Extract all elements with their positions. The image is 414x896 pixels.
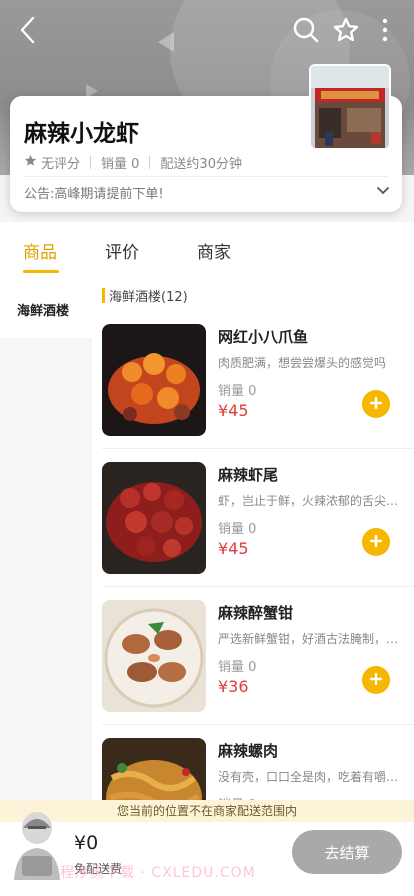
product-description: 没有壳，口口全是肉，吃着有嚼… (218, 770, 398, 784)
product-item[interactable]: 麻辣虾尾 虾，岂止于鲜，火辣浓郁的舌尖… 销量 0 ¥45 (102, 462, 414, 600)
product-description: 肉质肥满，想尝尝爆头的感觉吗 (218, 356, 387, 370)
chevron-down-icon[interactable] (376, 182, 390, 201)
star-icon (332, 16, 360, 48)
product-name: 麻辣螺肉 (218, 742, 279, 760)
watermark: 程序员下载 · CXLEDU.COM (60, 865, 256, 881)
category-sidebar: 海鲜酒楼 (0, 280, 92, 800)
plus-icon (369, 671, 383, 690)
category-item-seafood[interactable]: 海鲜酒楼 (0, 280, 92, 338)
shop-notice[interactable]: 公告:高峰期请提前下单! (24, 183, 164, 202)
product-name: 麻辣醉蟹钳 (218, 604, 294, 622)
rating-star-icon (24, 154, 37, 171)
header-decoration (158, 32, 174, 52)
product-description: 严选新鲜蟹钳，好酒古法腌制，… (218, 632, 398, 646)
product-price: ¥45 (218, 401, 249, 420)
shop-storefront-photo (309, 64, 391, 150)
shop-stats: 无评分 销量 0 配送约30分钟 (24, 153, 242, 172)
shop-name: 麻辣小龙虾 (24, 121, 139, 147)
cart-avatar-icon[interactable] (10, 806, 64, 886)
product-sales: 销量 0 (218, 660, 257, 675)
plus-icon (369, 533, 383, 552)
add-to-cart-button[interactable] (362, 666, 390, 694)
active-tab-indicator (23, 270, 59, 273)
tab-merchant[interactable]: 商家 (197, 238, 231, 263)
tab-products[interactable]: 商品 (23, 238, 57, 263)
more-vertical-icon (381, 16, 389, 48)
section-marker (102, 288, 105, 303)
product-item[interactable]: 网红小八爪鱼 肉质肥满，想尝尝爆头的感觉吗 销量 0 ¥45 (102, 324, 414, 462)
product-price: ¥36 (218, 677, 249, 696)
product-name: 麻辣虾尾 (218, 466, 279, 484)
favorite-button[interactable] (330, 16, 362, 48)
more-button[interactable] (369, 16, 401, 48)
product-price: ¥45 (218, 539, 249, 558)
divider (90, 156, 92, 169)
section-title: 海鲜酒楼(12) (109, 290, 188, 305)
cart-bar: ¥0 免配送费 去结算 (0, 812, 414, 896)
product-image (102, 600, 206, 712)
search-button[interactable] (290, 16, 322, 48)
plus-icon (369, 395, 383, 414)
product-image (102, 462, 206, 574)
product-description: 虾，岂止于鲜，火辣浓郁的舌尖… (218, 494, 398, 508)
divider (24, 176, 388, 177)
shop-tabs: 商品 评价 商家 (0, 222, 414, 280)
product-sales: 销量 0 (218, 522, 257, 537)
divider (102, 586, 414, 587)
add-to-cart-button[interactable] (362, 390, 390, 418)
category-label: 海鲜酒楼 (17, 304, 70, 319)
delivery-time: 配送约30分钟 (160, 157, 242, 172)
add-to-cart-button[interactable] (362, 528, 390, 556)
rating-text: 无评分 (41, 157, 81, 172)
divider (102, 448, 414, 449)
tab-reviews[interactable]: 评价 (105, 238, 139, 263)
product-item[interactable]: 麻辣醉蟹钳 严选新鲜蟹钳，好酒古法腌制，… 销量 0 ¥36 (102, 600, 414, 738)
divider (102, 724, 414, 725)
shop-sales: 销量 0 (101, 157, 140, 172)
divider (149, 156, 151, 169)
cart-total: ¥0 (74, 832, 99, 854)
product-name: 网红小八爪鱼 (218, 328, 309, 346)
back-button[interactable] (12, 16, 44, 48)
product-image (102, 324, 206, 436)
checkout-button[interactable]: 去结算 (292, 830, 402, 874)
product-sales: 销量 0 (218, 384, 257, 399)
chevron-left-icon (18, 16, 38, 48)
search-icon (293, 17, 319, 47)
product-list: 海鲜酒楼(12) 网红小八爪鱼 肉质肥满，想尝尝爆头的感觉吗 销量 0 ¥45 (92, 280, 414, 850)
section-header: 海鲜酒楼(12) (102, 286, 188, 305)
